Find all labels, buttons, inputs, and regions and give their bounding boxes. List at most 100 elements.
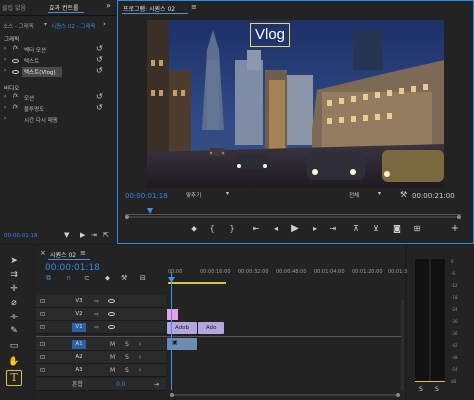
solo-button[interactable]: S bbox=[125, 351, 129, 364]
microphone-icon[interactable]: ♮ bbox=[139, 364, 141, 377]
track-label[interactable]: A3 bbox=[72, 366, 86, 375]
double-chevron-right-icon[interactable]: » bbox=[106, 1, 111, 10]
selection-tool-icon[interactable]: ➤ bbox=[8, 255, 20, 267]
horizontal-scrollbar[interactable] bbox=[170, 393, 400, 397]
track-a1[interactable]: ⊡ A1 M S ♮ bbox=[36, 338, 166, 351]
tab-source-clip[interactable]: 클립 없음 bbox=[2, 3, 26, 12]
reset-icon[interactable]: ↺ bbox=[96, 67, 104, 75]
solo-button[interactable]: S bbox=[125, 338, 129, 351]
nest-toggle-icon[interactable]: ⧉ bbox=[46, 274, 51, 283]
eye-icon[interactable] bbox=[12, 59, 19, 63]
linked-selection-icon[interactable]: ⊂ bbox=[84, 274, 90, 282]
track-label[interactable]: A1 bbox=[72, 340, 86, 349]
slip-tool-icon[interactable]: ⟛ bbox=[8, 311, 20, 323]
lock-icon[interactable]: ⊡ bbox=[40, 308, 45, 321]
program-video-frame[interactable]: Vlog bbox=[147, 20, 444, 188]
tab-effect-controls[interactable]: 효과 컨트롤 bbox=[49, 3, 79, 12]
export-frame-icon[interactable]: ⇱ bbox=[103, 231, 109, 239]
step-forward-icon[interactable]: ▸ bbox=[309, 224, 321, 234]
tab-program-monitor[interactable]: 프로그램: 시퀀스 02 bbox=[123, 4, 175, 13]
lock-icon[interactable]: ⊡ bbox=[40, 321, 45, 334]
solo-left-button[interactable]: S bbox=[419, 386, 423, 393]
title-text-overlay[interactable]: Vlog bbox=[250, 23, 290, 47]
mute-button[interactable]: M bbox=[110, 338, 115, 351]
solo-button[interactable]: S bbox=[125, 364, 129, 377]
hand-tool-icon[interactable]: ✋ bbox=[8, 356, 20, 368]
tab-sequence[interactable]: 시퀀스 02 bbox=[50, 250, 76, 259]
lift-icon[interactable]: ⊼ bbox=[350, 224, 362, 234]
extract-icon[interactable]: ⊻ bbox=[370, 224, 382, 234]
step-back-icon[interactable]: ◂ bbox=[270, 224, 282, 234]
mix-value[interactable]: 0.0 bbox=[116, 378, 126, 391]
skip-to-end-icon[interactable]: ⇥ bbox=[154, 378, 159, 391]
track-label[interactable]: A2 bbox=[72, 353, 86, 362]
work-area-bar[interactable] bbox=[168, 282, 226, 284]
toggle-audio-icon[interactable]: ⇥ bbox=[91, 231, 97, 239]
eye-icon[interactable] bbox=[108, 299, 115, 303]
lock-icon[interactable]: ⊡ bbox=[40, 338, 45, 351]
solo-right-button[interactable]: S bbox=[435, 386, 439, 393]
camera-icon[interactable]: ◙ bbox=[391, 224, 403, 234]
fx-icon[interactable]: fx bbox=[13, 93, 18, 99]
video-clip-v1-second[interactable]: Ado bbox=[198, 322, 224, 334]
track-v1[interactable]: ⊡ V1 ⇨ bbox=[36, 321, 166, 334]
eye-icon[interactable] bbox=[108, 312, 115, 316]
quality-dropdown[interactable]: 전체 ▾ bbox=[348, 190, 388, 200]
mark-out-icon[interactable]: } bbox=[226, 224, 238, 234]
program-timecode[interactable]: 00:00:01:18 bbox=[125, 192, 168, 200]
microphone-icon[interactable]: ♮ bbox=[139, 338, 141, 351]
mark-in-icon[interactable]: { bbox=[206, 224, 218, 234]
hamburger-menu-icon[interactable]: ≡ bbox=[191, 3, 197, 11]
razor-tool-icon[interactable]: ⌀ bbox=[8, 297, 20, 309]
effect-row-time-remapping[interactable]: › 시간 다시 매핑 bbox=[0, 115, 112, 125]
chevron-right-icon[interactable]: › bbox=[4, 56, 6, 63]
effect-controls-timecode[interactable]: 00:00:01:18 bbox=[4, 233, 38, 239]
fit-dropdown[interactable]: 맞추기 ▾ bbox=[185, 190, 233, 200]
eye-icon[interactable] bbox=[108, 325, 115, 329]
track-mix[interactable]: 혼합 0.0 ⇥ bbox=[36, 378, 166, 391]
play-only-audio-icon[interactable]: ▶ bbox=[80, 231, 85, 239]
track-v2[interactable]: ⊡ V2 ⇨ bbox=[36, 308, 166, 321]
reset-icon[interactable]: ↺ bbox=[96, 56, 104, 64]
close-icon[interactable]: × bbox=[40, 249, 46, 257]
sync-lock-icon[interactable]: ⇨ bbox=[94, 295, 99, 308]
hamburger-menu-icon[interactable]: ≡ bbox=[80, 249, 86, 257]
microphone-icon[interactable]: ♮ bbox=[139, 351, 141, 364]
captions-icon[interactable]: ⊟ bbox=[140, 274, 146, 282]
add-marker-icon[interactable]: ⬥ bbox=[188, 224, 200, 234]
chevron-right-icon[interactable]: › bbox=[4, 93, 6, 100]
lock-icon[interactable]: ⊡ bbox=[40, 364, 45, 377]
snap-icon[interactable]: ∩ bbox=[66, 274, 71, 282]
zoom-scrollbar[interactable] bbox=[125, 215, 461, 219]
track-label[interactable]: V3 bbox=[72, 297, 86, 306]
add-button-icon[interactable]: + bbox=[449, 224, 461, 234]
fx-icon[interactable]: fx bbox=[13, 45, 18, 51]
track-label[interactable]: V1 bbox=[72, 323, 86, 332]
go-to-in-icon[interactable]: ⇤ bbox=[250, 224, 262, 234]
chevron-right-icon[interactable]: › bbox=[103, 20, 106, 28]
mute-button[interactable]: M bbox=[110, 351, 115, 364]
chevron-down-icon[interactable]: ▾ bbox=[44, 21, 47, 28]
button-editor-icon[interactable]: ⊞ bbox=[411, 224, 423, 234]
chevron-right-icon[interactable]: › bbox=[4, 104, 6, 111]
track-label[interactable]: V2 bbox=[72, 310, 86, 319]
track-a3[interactable]: ⊡ A3 M S ♮ bbox=[36, 364, 166, 377]
ripple-edit-tool-icon[interactable]: ✛ bbox=[8, 283, 20, 295]
timeline-timecode[interactable]: 00:00:01:18 bbox=[45, 263, 100, 273]
rectangle-tool-icon[interactable]: ▭ bbox=[8, 340, 20, 352]
sync-lock-icon[interactable]: ⇨ bbox=[94, 321, 99, 334]
vertical-scrollbar[interactable] bbox=[401, 300, 404, 390]
filter-icon[interactable]: ▼ bbox=[64, 231, 69, 239]
type-tool-button[interactable]: T bbox=[6, 370, 22, 386]
chevron-right-icon[interactable]: › bbox=[4, 67, 6, 74]
track-select-tool-icon[interactable]: ⇉ bbox=[8, 269, 20, 281]
reset-icon[interactable]: ↺ bbox=[96, 104, 104, 112]
lock-icon[interactable]: ⊡ bbox=[40, 295, 45, 308]
eye-icon[interactable] bbox=[12, 70, 19, 74]
timeline-playhead[interactable] bbox=[171, 272, 172, 390]
mute-button[interactable]: M bbox=[110, 364, 115, 377]
go-to-out-icon[interactable]: ⇥ bbox=[327, 224, 339, 234]
sync-lock-icon[interactable]: ⇨ bbox=[94, 308, 99, 321]
effect-row-motion[interactable]: › fx 모션 ↺ bbox=[0, 93, 112, 103]
chevron-right-icon[interactable]: › bbox=[4, 115, 6, 122]
